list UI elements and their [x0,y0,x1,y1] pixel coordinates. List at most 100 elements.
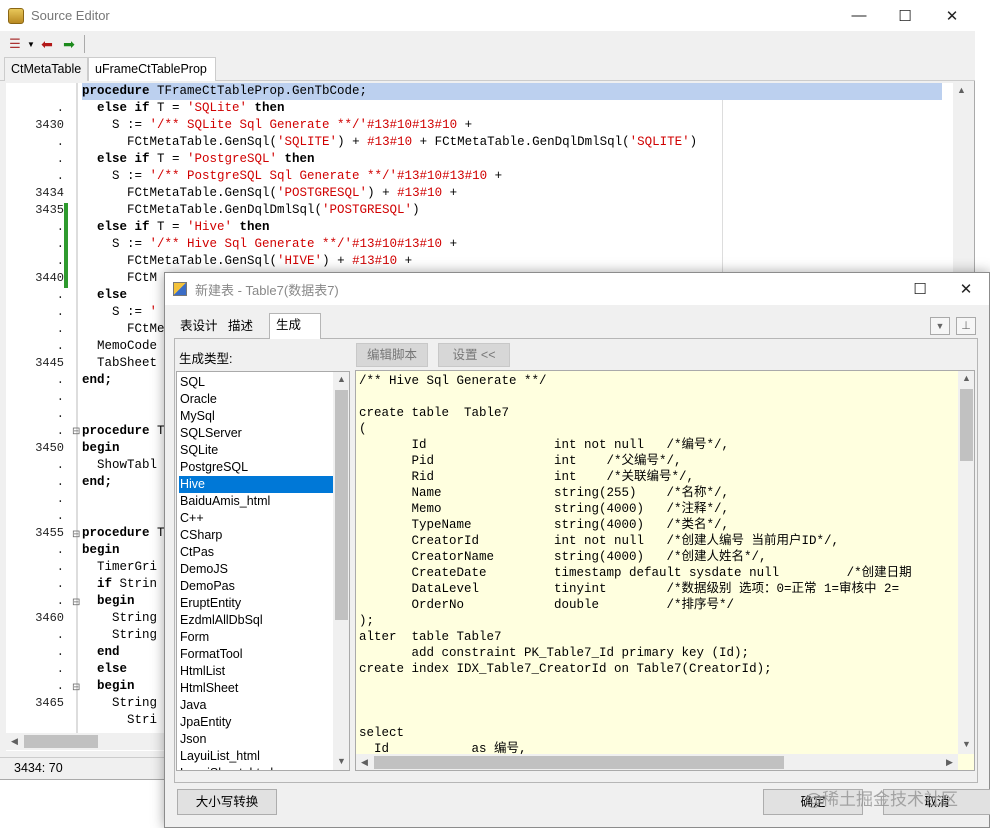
close-button[interactable]: ✕ [943,273,989,304]
generated-line: OrderNo double /*排序号*/ [359,598,735,612]
line-number: . [56,679,64,693]
dropdown-icon[interactable]: ▼ [930,317,950,335]
maximize-button[interactable]: ☐ [882,0,928,31]
scroll-down-icon[interactable]: ▼ [333,756,349,766]
tab-description[interactable]: 描述 [222,315,259,339]
generated-line: CreatorName string(4000) /*创建人姓名*/, [359,550,767,564]
fold-icon[interactable]: ⊟ [72,679,80,696]
tab-table-design[interactable]: 表设计 [174,315,224,339]
case-convert-button[interactable]: 大小写转换 [177,789,277,815]
line-number: . [56,662,64,676]
line-number: 3455 [35,526,64,540]
list-item[interactable]: C++ [179,510,333,527]
line-number: . [56,373,64,387]
code-token: begin [82,594,135,608]
list-item[interactable]: Form [179,629,333,646]
list-item[interactable]: Java [179,697,333,714]
line-number: . [56,594,64,608]
list-item[interactable]: LayuiList_html [179,748,333,765]
list-item[interactable]: HtmlSheet [179,680,333,697]
code-token: 'HIVE' [277,254,323,268]
scroll-thumb[interactable] [374,756,784,769]
scroll-thumb[interactable] [960,389,973,461]
code-token: else if [82,220,158,234]
code-token: end; [82,475,113,489]
code-line: else if T = 'Hive' then [82,219,942,236]
generated-line: TypeName string(4000) /*类名*/, [359,518,730,532]
pin-icon[interactable]: ⊥ [956,317,976,335]
edit-script-button[interactable]: 编辑脚本 [356,343,428,367]
back-arrow-icon[interactable]: ⬅ [36,34,58,54]
minimize-button[interactable]: — [836,0,882,31]
tab-ctmetatable[interactable]: CtMetaTable [4,57,88,81]
list-item[interactable]: BaiduAmis_html [179,493,333,510]
generated-code-area[interactable]: Pid as 父编号, Id as 编号,selectcreate index … [355,370,975,771]
code-token: String [82,611,158,625]
list-item[interactable]: Oracle [179,391,333,408]
indent-guide [76,83,78,733]
line-number: . [56,169,64,183]
list-item[interactable]: SQLite [179,442,333,459]
code-token: String [82,696,158,710]
list-menu-icon[interactable]: ☰ [4,34,26,54]
maximize-button[interactable]: ☐ [897,273,943,304]
scroll-thumb[interactable] [24,735,98,748]
generation-type-list[interactable]: ▲ ▼ SQL Oracle MySql SQLServer SQLite Postgre… [176,371,350,771]
code-token: #13#10 [367,135,413,149]
code-token: FCtMetaTable.GenSql( [82,254,278,268]
dialog-title: 新建表 - Table7(数据表7) [195,282,339,298]
code-line: S := '/** Hive Sql Generate **/'#13#10#1… [82,236,942,253]
list-item[interactable]: Json [179,731,333,748]
code-token: '/** SQLite Sql Generate **/'#13#10#13#1… [149,118,458,132]
list-item[interactable]: EruptEntity [179,595,333,612]
code-line: S := '/** SQLite Sql Generate **/'#13#10… [82,117,942,134]
tab-uframectableprop[interactable]: uFrameCtTableProp [88,57,216,81]
list-item[interactable]: CSharp [179,527,333,544]
line-number-gutter: . 3430... 3434 3435... 3440.... 3445.... 3450.… [6,83,70,751]
scroll-down-icon[interactable]: ▼ [958,739,974,749]
fold-icon[interactable]: ⊟ [72,526,80,543]
scroll-left-icon[interactable]: ◀ [356,757,373,768]
scroll-left-icon[interactable]: ◀ [6,736,23,747]
chevron-down-icon[interactable]: ▼ [26,34,36,54]
list-item[interactable]: DemoPas [179,578,333,595]
code-horizontal-scrollbar[interactable]: ◀ ▶ [356,754,958,770]
list-item[interactable]: CtPas [179,544,333,561]
list-item[interactable]: JpaEntity [179,714,333,731]
code-vertical-scrollbar[interactable]: ▲ ▼ [958,371,974,754]
list-item[interactable]: EzdmlAllDbSql [179,612,333,629]
code-token: FCtMetaTable.GenSql( [82,186,278,200]
scroll-up-icon[interactable]: ▲ [953,85,970,95]
fold-icon[interactable]: ⊟ [72,594,80,611]
list-scrollbar[interactable]: ▲ ▼ [333,372,349,770]
code-token: else if [82,152,158,166]
code-token: else [82,288,128,302]
close-button[interactable]: ✕ [929,0,975,31]
code-token: ) [689,135,698,149]
line-number: 3450 [35,441,64,455]
list-item[interactable]: HtmlList [179,663,333,680]
code-token: S := [82,305,150,319]
code-token: + [442,186,458,200]
list-item[interactable]: SQLServer [179,425,333,442]
list-item[interactable]: FormatTool [179,646,333,663]
scroll-right-icon[interactable]: ▶ [941,757,958,768]
code-token: T = [157,101,188,115]
code-token: if [82,577,120,591]
list-item[interactable]: Hive [179,476,333,493]
tab-generate[interactable]: 生成 [269,313,321,339]
forward-arrow-icon[interactable]: ➡ [58,34,80,54]
generated-line: Name string(255) /*名称*/, [359,486,730,500]
scroll-up-icon[interactable]: ▲ [333,374,349,384]
list-item[interactable]: DemoJS [179,561,333,578]
line-number: 3434 [35,186,64,200]
scroll-thumb[interactable] [335,390,348,620]
scroll-up-icon[interactable]: ▲ [958,373,974,383]
fold-icon[interactable]: ⊟ [72,423,80,440]
list-item[interactable]: MySql [179,408,333,425]
list-item[interactable]: SQL [179,374,333,391]
list-item[interactable]: LayuiSheet_html [179,765,333,770]
settings-button[interactable]: 设置 << [438,343,510,367]
list-item[interactable]: PostgreSQL [179,459,333,476]
code-token: 'SQLite' [187,101,248,115]
